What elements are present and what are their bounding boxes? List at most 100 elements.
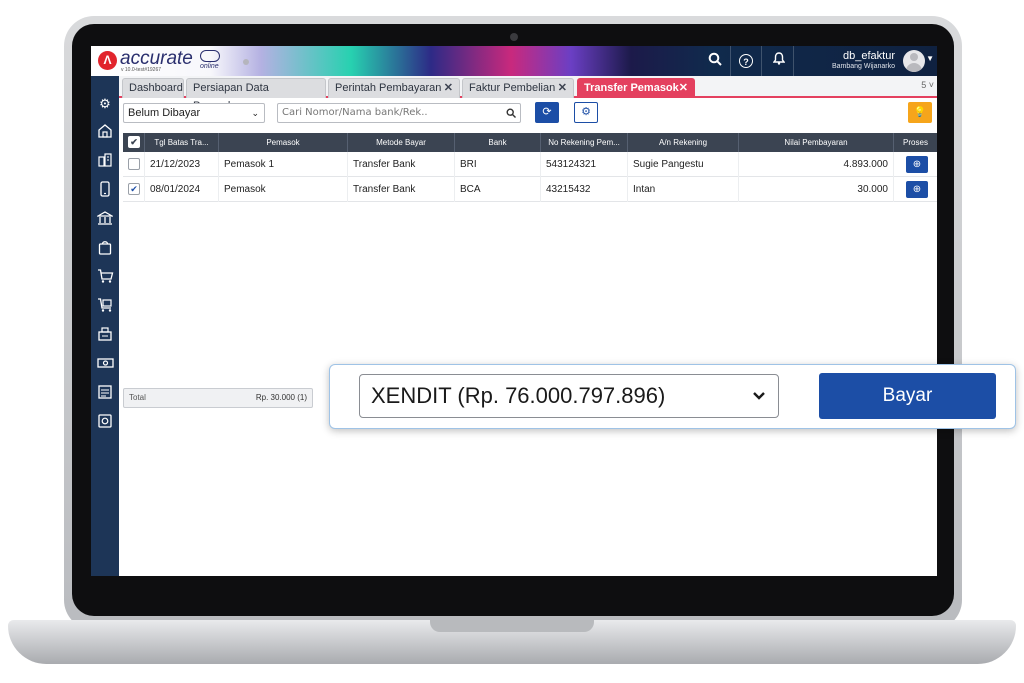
avatar-head [910, 53, 918, 61]
header-metode-bayar[interactable]: Metode Bayar [348, 133, 455, 152]
row-checkbox-checked[interactable]: ✔ [128, 183, 140, 195]
lightbulb-icon: 💡 [913, 107, 927, 118]
webcam [510, 33, 518, 41]
settings-button[interactable]: ⚙ [574, 102, 598, 123]
cell-supplier: Pemasok [219, 177, 348, 202]
table-header: ✔ Tgl Batas Tra... Pemasok Metode Bayar … [123, 133, 937, 152]
tab-faktur-pembelian[interactable]: Faktur Pembelian ✕ [462, 78, 574, 98]
cell-date: 08/01/2024 [145, 177, 219, 202]
payment-method-select[interactable]: XENDIT (Rp. 76.000.797.896) [359, 374, 779, 418]
close-icon[interactable]: ✕ [558, 79, 567, 97]
total-label: Total [129, 393, 146, 402]
database-name[interactable]: db_efaktur [843, 50, 895, 62]
city-icon[interactable] [95, 152, 115, 172]
header-pemasok[interactable]: Pemasok [219, 133, 348, 152]
delivery-cart-icon[interactable] [95, 297, 115, 317]
topbar-separator [730, 46, 731, 76]
laptop-base-notch [430, 620, 594, 632]
topbar-separator [761, 46, 762, 76]
tab-label: Faktur Pembelian [469, 82, 556, 94]
user-name[interactable]: Bambang Wijanarko [832, 63, 895, 70]
search-icon[interactable] [506, 104, 516, 125]
crosshair-icon: ⊕ [912, 159, 922, 170]
bank-icon[interactable] [95, 210, 115, 230]
table-row[interactable]: ✔ 08/01/2024 Pemasok Transfer Bank BCA 4… [123, 177, 937, 202]
tab-count-dropdown[interactable]: 5 ˅ [921, 80, 934, 90]
row-select-cell: ✔ [123, 177, 145, 202]
safe-icon[interactable] [95, 413, 115, 433]
cell-date: 21/12/2023 [145, 152, 219, 177]
gear-icon[interactable]: ⚙ [95, 94, 115, 114]
close-icon[interactable]: ✕ [444, 79, 453, 97]
search-input[interactable]: Cari Nomor/Nama bank/Rek.. [277, 103, 521, 123]
header-an-rekening[interactable]: A/n Rekening [628, 133, 739, 152]
cash-icon[interactable] [95, 355, 115, 375]
cell-method: Transfer Bank [348, 152, 455, 177]
cell-account-name: Sugie Pangestu [628, 152, 739, 177]
pay-button[interactable]: Bayar [819, 373, 996, 419]
chevron-down-icon: ⌄ [251, 108, 259, 118]
app-screen: Λ accurate online v 10.0-test#19267 ? db… [91, 46, 937, 576]
header-nilai-pembayaran[interactable]: Nilai Pembayaran [739, 133, 894, 152]
tab-dashboard[interactable]: Dashboard [122, 78, 184, 98]
cell-bank: BCA [455, 177, 541, 202]
header-bank[interactable]: Bank [455, 133, 541, 152]
tab-label: Dashboard [129, 82, 183, 94]
table-row[interactable]: 21/12/2023 Pemasok 1 Transfer Bank BRI 5… [123, 152, 937, 177]
tab-label: Perintah Pembayaran [335, 82, 442, 94]
cell-amount: 4.893.000 [739, 152, 894, 177]
avatar[interactable] [903, 50, 925, 72]
chevron-down-icon [752, 375, 766, 417]
tab-label: Transfer Pemasok [584, 82, 679, 94]
gear-icon: ⚙ [581, 106, 591, 118]
cell-process: ⊕ [894, 177, 937, 202]
cell-process: ⊕ [894, 152, 937, 177]
bell-icon[interactable] [770, 52, 788, 70]
report-icon[interactable] [95, 384, 115, 404]
header-proses: Proses [903, 138, 928, 147]
cell-account-name: Intan [628, 177, 739, 202]
tab-persiapan-data-perusahaan[interactable]: Persiapan Data Perusahaan [186, 78, 326, 112]
process-button[interactable]: ⊕ [906, 181, 928, 198]
chevron-down-icon[interactable]: ▼ [926, 54, 934, 63]
bag-icon[interactable] [95, 239, 115, 259]
sidebar: ⚙ [91, 76, 119, 576]
accurate-logo-icon[interactable]: Λ [98, 51, 117, 70]
search-placeholder: Cari Nomor/Nama bank/Rek.. [282, 107, 428, 118]
status-filter-select[interactable]: Belum Dibayar ⌄ [123, 103, 265, 123]
cell-method: Transfer Bank [348, 177, 455, 202]
cart-icon[interactable] [95, 268, 115, 288]
payment-method-value: XENDIT (Rp. 76.000.797.896) [371, 383, 666, 408]
building-icon[interactable] [95, 123, 115, 143]
transfer-table: ✔ Tgl Batas Tra... Pemasok Metode Bayar … [123, 133, 937, 202]
tab-transfer-pemasok[interactable]: Transfer Pemasok ✕ [577, 78, 695, 98]
tips-button[interactable]: 💡 [908, 102, 932, 123]
cloud-icon [200, 50, 220, 62]
cell-amount: 30.000 [739, 177, 894, 202]
help-icon[interactable]: ? [739, 54, 753, 68]
row-checkbox[interactable] [128, 158, 140, 170]
tab-count: 5 [921, 80, 927, 90]
top-bar: Λ accurate online v 10.0-test#19267 ? db… [91, 46, 937, 76]
cell-account-no: 543124321 [541, 152, 628, 177]
topbar-separator [793, 46, 794, 76]
version-label: v 10.0-test#19267 [121, 67, 162, 73]
warehouse-icon[interactable] [95, 326, 115, 346]
tab-bar: Dashboard Persiapan Data Perusahaan Peri… [119, 76, 937, 112]
select-all-cell: ✔ [123, 133, 145, 152]
mobile-icon[interactable] [95, 181, 115, 201]
close-icon[interactable]: ✕ [679, 79, 688, 97]
total-value: Rp. 30.000 (1) [255, 393, 307, 402]
status-filter-value: Belum Dibayar [128, 107, 201, 119]
select-all-checkbox[interactable]: ✔ [128, 136, 140, 148]
process-button[interactable]: ⊕ [906, 156, 928, 173]
search-icon[interactable] [706, 52, 724, 70]
logo-subtext: online [200, 63, 219, 70]
status-dot [243, 59, 249, 65]
header-no-rekening[interactable]: No Rekening Pem... [541, 133, 628, 152]
refresh-button[interactable]: ⟳ [535, 102, 559, 123]
total-summary: Total Rp. 30.000 (1) [123, 388, 313, 408]
tab-perintah-pembayaran[interactable]: Perintah Pembayaran ✕ [328, 78, 460, 98]
header-tgl-batas[interactable]: Tgl Batas Tra... [145, 133, 219, 152]
avatar-body [906, 63, 922, 72]
